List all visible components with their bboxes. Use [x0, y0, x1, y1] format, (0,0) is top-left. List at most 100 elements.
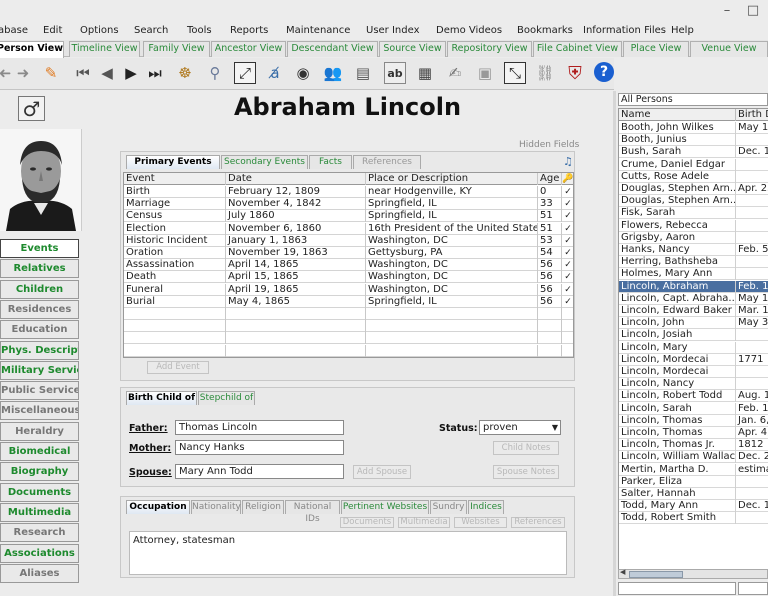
expand-icon[interactable]: ⤢: [234, 62, 256, 84]
menu-information-files[interactable]: Information Files: [583, 25, 666, 36]
list-item[interactable]: Hanks, NancyFeb. 5,: [619, 244, 768, 256]
list-item[interactable]: Lincoln, AbrahamFeb. 12: [619, 280, 768, 293]
multimedia-button[interactable]: Multimedia: [398, 517, 450, 528]
sidebar-item-relatives[interactable]: Relatives: [0, 259, 79, 279]
sidebar-item-aliases[interactable]: Aliases: [0, 563, 79, 583]
sidebar-item-biography[interactable]: Biography: [0, 462, 79, 482]
tab-nationality[interactable]: Nationality: [191, 500, 241, 514]
notepad-icon[interactable]: ✍: [444, 62, 466, 84]
list-item[interactable]: Fisk, Sarah: [619, 207, 768, 220]
hidden-fields-link[interactable]: Hidden Fields: [519, 140, 579, 150]
header-birth-date[interactable]: Birth D: [737, 109, 768, 121]
menu-maintenance[interactable]: Maintenance: [286, 25, 350, 36]
chain-link-icon[interactable]: ⛓: [534, 62, 556, 84]
list-search-field[interactable]: [618, 582, 736, 595]
tab-primary-events[interactable]: Primary Events: [126, 155, 220, 169]
list-item[interactable]: Grigsby, Aaron: [619, 231, 768, 244]
table-row[interactable]: [124, 332, 573, 345]
tab-religion[interactable]: Religion: [242, 500, 284, 514]
list-item[interactable]: Crume, Daniel Edgar: [619, 158, 768, 171]
calculator-icon[interactable]: ▦: [414, 62, 436, 84]
list-item[interactable]: Holmes, Mary Ann: [619, 268, 768, 281]
list-item[interactable]: Todd, Mary AnnDec. 13: [619, 500, 768, 513]
list-item[interactable]: Lincoln, Robert ToddAug. 1,: [619, 390, 768, 403]
pencil-icon[interactable]: ✎: [40, 62, 62, 84]
minimize-icon[interactable]: –: [718, 2, 736, 20]
sidebar-item-multimedia[interactable]: Multimedia: [0, 502, 79, 522]
table-row[interactable]: Death April 15, 1865 Washington, DC 56 ✓: [124, 271, 573, 284]
sidebar-item-education[interactable]: Education: [0, 320, 79, 340]
list-item[interactable]: Lincoln, Josiah: [619, 329, 768, 342]
sidebar-item-children[interactable]: Children: [0, 279, 79, 299]
id-card-icon[interactable]: ▤: [352, 62, 374, 84]
menu-options[interactable]: Options: [80, 25, 119, 36]
sidebar-item-heraldry[interactable]: Heraldry: [0, 421, 79, 441]
magnifier-icon[interactable]: ⚲: [204, 62, 226, 84]
ship-wheel-icon[interactable]: ☸: [174, 62, 196, 84]
tab-person-view[interactable]: Person View: [0, 41, 64, 58]
list-item[interactable]: Lincoln, Mordecai: [619, 366, 768, 378]
tab-facts[interactable]: Facts: [309, 155, 352, 169]
list-item[interactable]: Mertin, Martha D.estimat: [619, 463, 768, 476]
sidebar-item-phys-description[interactable]: Phys. Description: [0, 340, 79, 360]
menu-help[interactable]: Help: [671, 25, 694, 36]
spellcheck-icon[interactable]: a̸: [264, 62, 286, 84]
sidebar-item-associations[interactable]: Associations: [0, 543, 79, 563]
websites-button[interactable]: Websites: [454, 517, 507, 528]
coat-of-arms-icon[interactable]: ⛨: [564, 62, 586, 84]
sidebar-item-miscellaneous[interactable]: Miscellaneous: [0, 401, 79, 421]
occupation-text[interactable]: Attorney, statesman: [129, 531, 567, 575]
tab-ancestor-view[interactable]: Ancestor View: [211, 41, 286, 57]
list-item[interactable]: Lincoln, Thomas Jan. 6,: [619, 414, 768, 427]
binoculars-icon[interactable]: ◉: [292, 62, 314, 84]
resize-icon[interactable]: ⤡: [504, 62, 526, 84]
gender-male-icon[interactable]: ♂: [18, 96, 45, 121]
scroll-left-icon[interactable]: ◀: [620, 568, 625, 576]
tab-file-cabinet-view[interactable]: File Cabinet View: [533, 41, 622, 57]
tab-secondary-events[interactable]: Secondary Events: [221, 155, 308, 169]
add-spouse-button[interactable]: Add Spouse: [353, 465, 411, 479]
tab-stepchild-of[interactable]: Stepchild of: [198, 391, 255, 405]
list-item[interactable]: Todd, Robert Smith: [619, 512, 768, 525]
table-row[interactable]: Historic Incident January 1, 1863 Washingt…: [124, 234, 573, 247]
list-count-field[interactable]: [738, 582, 768, 595]
first-record-icon[interactable]: ⏮: [72, 62, 94, 84]
father-field[interactable]: Thomas Lincoln: [175, 420, 344, 435]
maximize-icon[interactable]: □: [744, 2, 762, 20]
sidebar-item-biomedical[interactable]: Biomedical: [0, 442, 79, 461]
tab-indices[interactable]: Indices: [468, 500, 504, 514]
list-item[interactable]: Lincoln, Edward BakerMar. 10: [619, 305, 768, 317]
table-row[interactable]: [124, 320, 573, 333]
list-item[interactable]: Lincoln, JohnMay 3,: [619, 317, 768, 330]
list-item[interactable]: Cutts, Rose Adele: [619, 170, 768, 183]
person-portrait[interactable]: [0, 129, 82, 231]
table-row[interactable]: Assassination April 14, 1865 Washington, D…: [124, 259, 573, 272]
list-item[interactable]: Herring, Bathsheba: [619, 256, 768, 269]
spouse-field[interactable]: Mary Ann Todd: [175, 464, 344, 479]
list-item[interactable]: Salter, Hannah: [619, 488, 768, 500]
list-item[interactable]: Booth, John WilkesMay 10: [619, 122, 768, 134]
list-item[interactable]: Flowers, Rebecca: [619, 219, 768, 232]
menu-reports[interactable]: Reports: [230, 25, 268, 36]
child-notes-button[interactable]: Child Notes: [493, 441, 559, 455]
tab-national-ids[interactable]: National IDs: [285, 500, 340, 524]
tab-family-view[interactable]: Family View: [143, 41, 210, 57]
list-item[interactable]: Douglas, Stephen Arn...Apr. 23: [619, 183, 768, 195]
status-select[interactable]: proven ▼: [479, 420, 561, 435]
header-name[interactable]: Name: [620, 109, 736, 121]
text-style-icon[interactable]: ab: [384, 62, 406, 84]
tab-source-view[interactable]: Source View: [379, 41, 446, 57]
tab-timeline-view[interactable]: Timeline View: [69, 41, 140, 57]
tab-birth-child-of[interactable]: Birth Child of: [126, 391, 197, 405]
list-item[interactable]: Lincoln, Nancy: [619, 378, 768, 391]
tab-references[interactable]: References: [353, 155, 421, 169]
menu-abase[interactable]: abase: [0, 25, 28, 36]
list-item[interactable]: Booth, Junius: [619, 134, 768, 147]
table-row[interactable]: Census July 1860 Springfield, IL 51 ✓: [124, 210, 573, 223]
tab-place-view[interactable]: Place View: [623, 41, 689, 57]
menu-tools[interactable]: Tools: [187, 25, 212, 36]
sidebar-item-documents[interactable]: Documents: [0, 482, 79, 502]
tab-pertinent-websites[interactable]: Pertinent Websites: [341, 500, 429, 514]
last-record-icon[interactable]: ⏭: [144, 62, 166, 84]
spouse-notes-button[interactable]: Spouse Notes: [493, 465, 559, 479]
